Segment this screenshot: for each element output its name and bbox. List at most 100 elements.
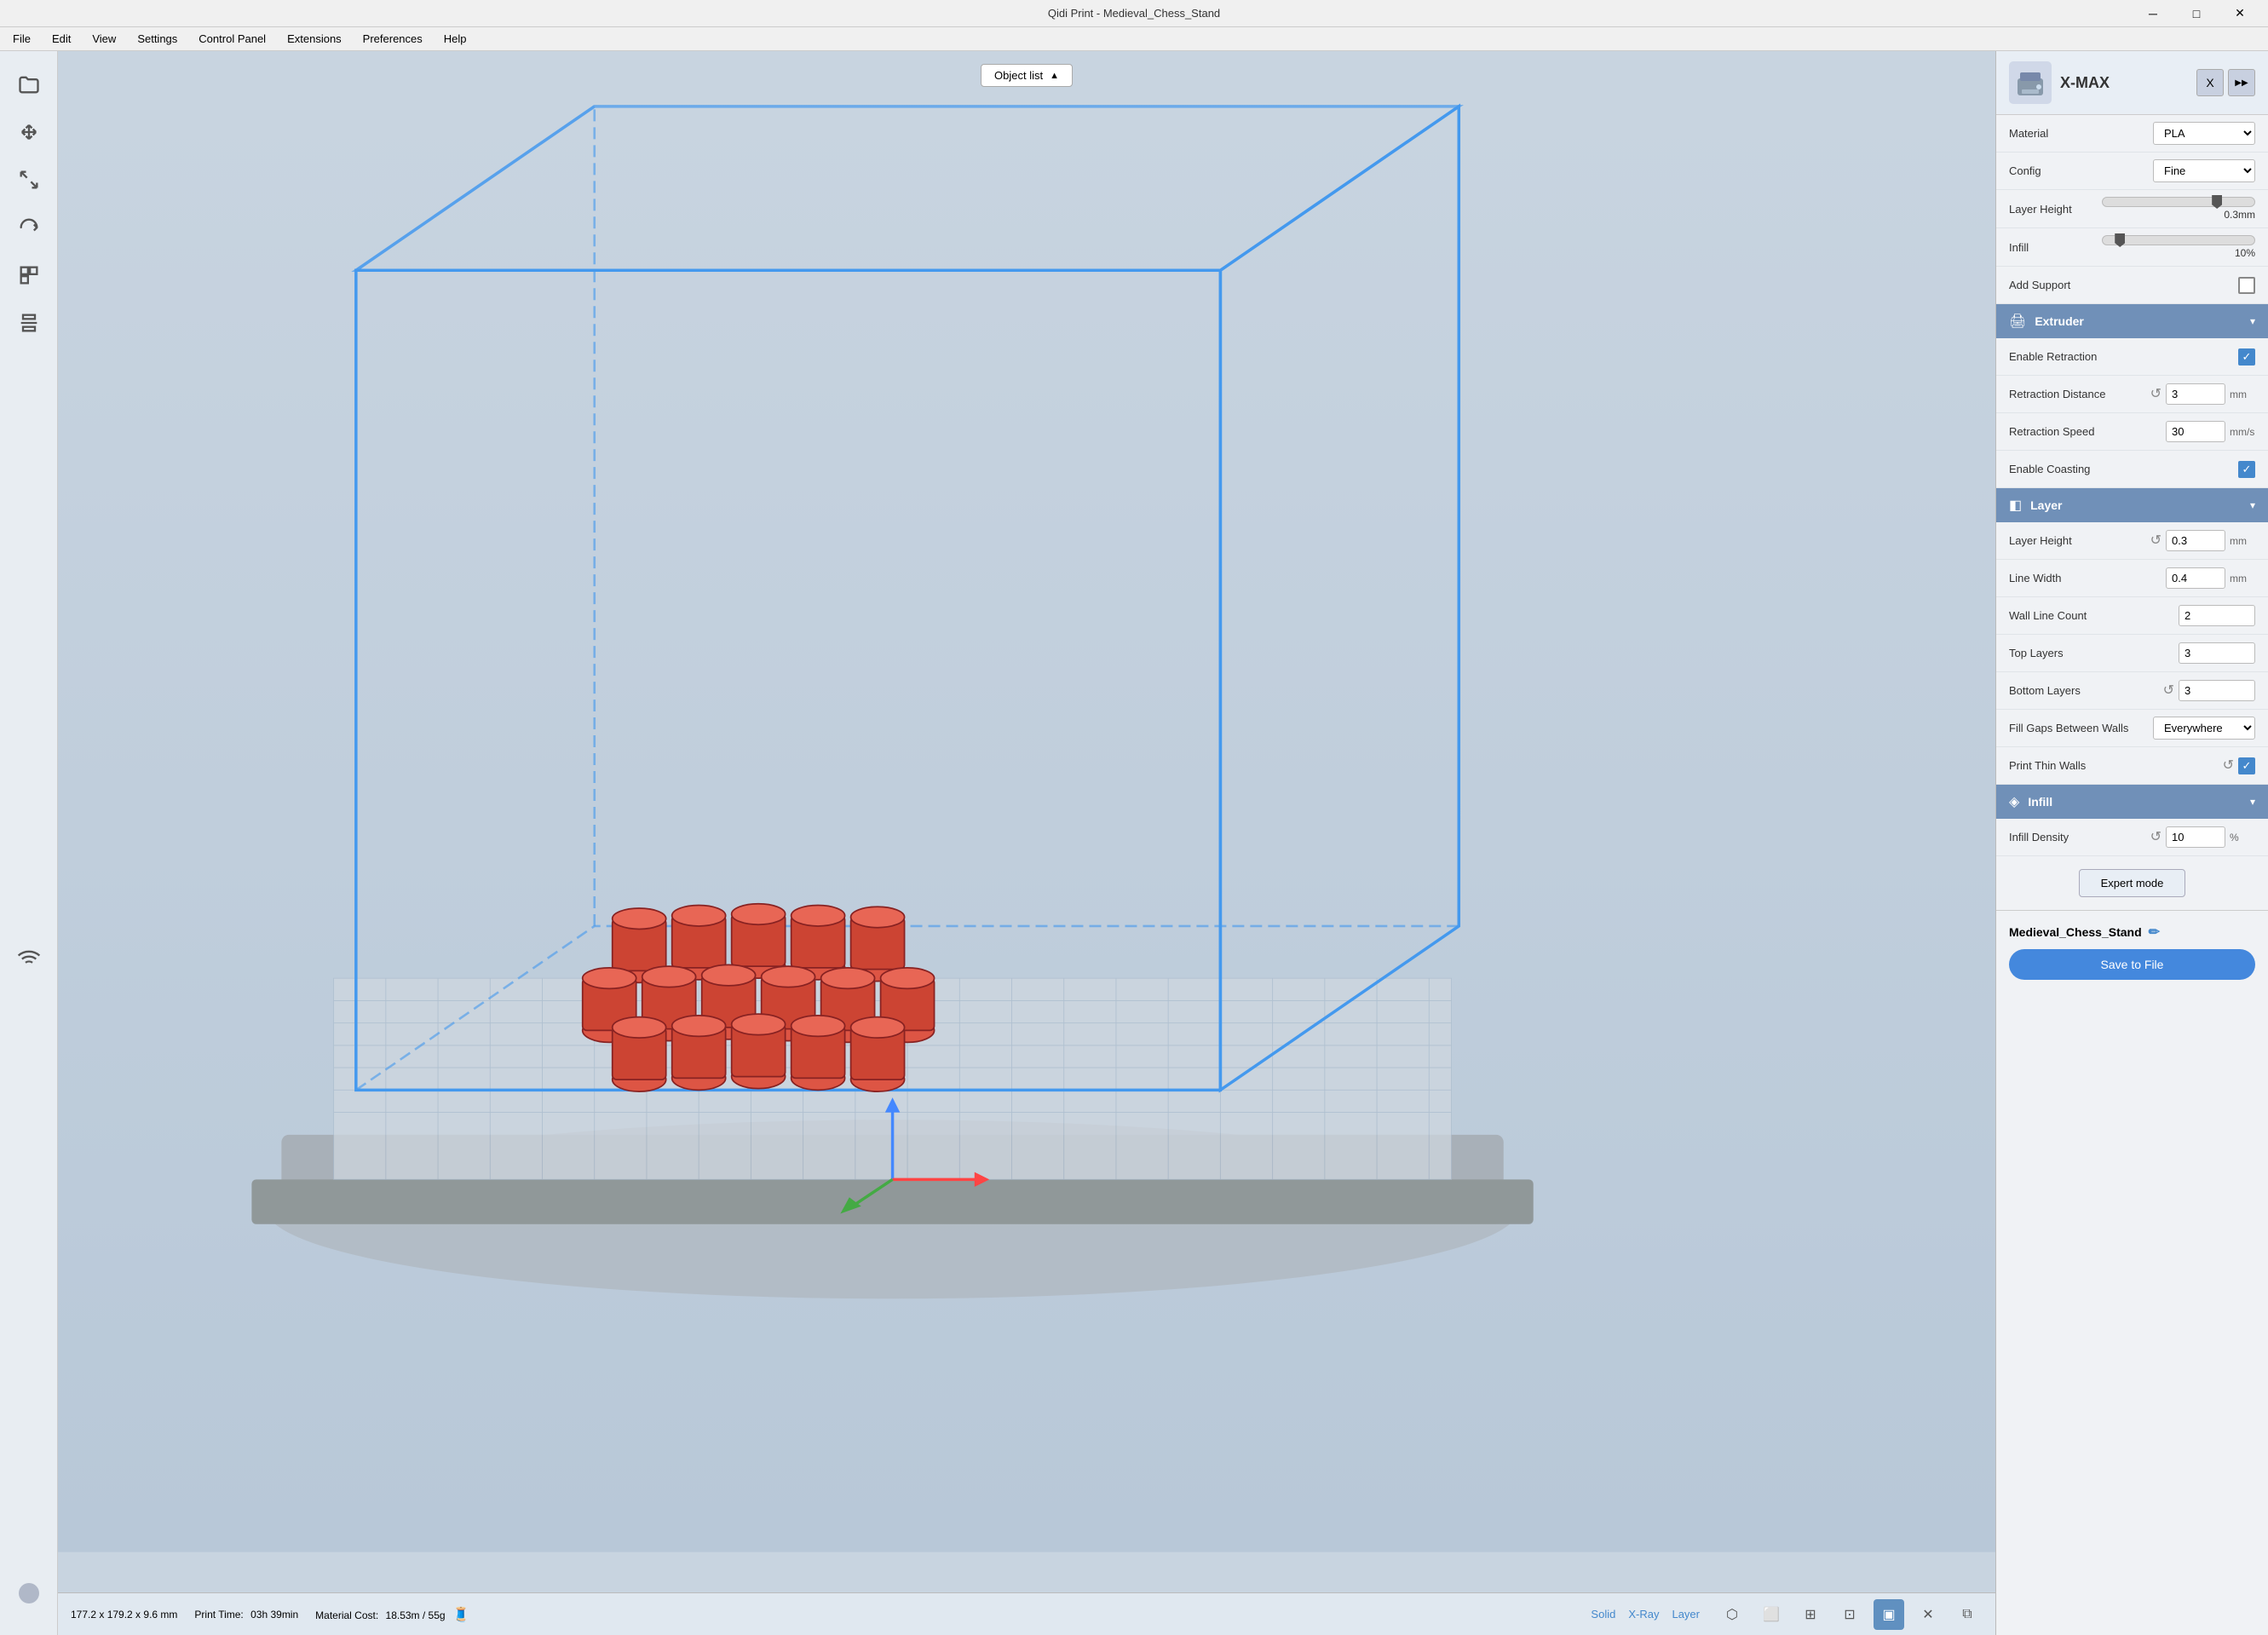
folder-button[interactable] — [9, 64, 49, 105]
expert-mode-button[interactable]: Expert mode — [2079, 869, 2186, 897]
view-btn-6[interactable]: ✕ — [1913, 1599, 1943, 1630]
retraction-distance-reset[interactable]: ↺ — [2150, 388, 2162, 401]
window-controls: ─ □ ✕ — [2133, 0, 2259, 27]
material-select[interactable]: PLA — [2153, 122, 2255, 145]
view-btn-1[interactable]: ⬡ — [1717, 1599, 1747, 1630]
scale-button[interactable] — [9, 159, 49, 200]
minimize-button[interactable]: ─ — [2133, 0, 2173, 27]
view-modes: Solid X-Ray Layer — [1591, 1608, 1700, 1621]
retraction-speed-control: mm/s — [2166, 421, 2255, 442]
retraction-distance-row: Retraction Distance ↺ mm — [1996, 376, 2268, 413]
printer-header: X-MAX X ▶▶ — [1996, 51, 2268, 115]
menu-settings[interactable]: Settings — [129, 30, 186, 48]
menu-control-panel[interactable]: Control Panel — [190, 30, 274, 48]
menu-view[interactable]: View — [83, 30, 124, 48]
add-support-checkbox[interactable] — [2238, 277, 2255, 294]
layer-height-track[interactable] — [2102, 197, 2255, 207]
enable-coasting-checkbox[interactable] — [2238, 461, 2255, 478]
config-label: Config — [2009, 164, 2146, 177]
retraction-distance-input[interactable] — [2166, 383, 2225, 405]
print-time-label: Print Time: 03h 39min — [194, 1609, 298, 1621]
view-btn-5-active[interactable]: ▣ — [1874, 1599, 1904, 1630]
printer-icon — [2009, 61, 2052, 104]
viewport[interactable]: Object list ▲ — [58, 51, 1995, 1635]
extruder-section-title: Extruder — [2035, 314, 2242, 328]
print-thin-walls-checkbox[interactable] — [2238, 757, 2255, 774]
view-btn-2[interactable]: ⬜ — [1756, 1599, 1787, 1630]
enable-retraction-row: Enable Retraction — [1996, 338, 2268, 376]
close-button[interactable]: ✕ — [2220, 0, 2259, 27]
move-button[interactable] — [9, 112, 49, 153]
main-layout: Object list ▲ — [0, 51, 2268, 1635]
dimensions-text: 177.2 x 179.2 x 9.6 mm — [71, 1609, 177, 1621]
3d-scene[interactable] — [58, 51, 1995, 1592]
line-width-row: Line Width mm — [1996, 560, 2268, 597]
menu-help[interactable]: Help — [435, 30, 475, 48]
layer-height-slider-row: Layer Height 0.3mm — [1996, 190, 2268, 228]
infill-slider-container: 10% — [2102, 235, 2255, 259]
enable-retraction-checkbox[interactable] — [2238, 348, 2255, 366]
layer-chevron: ▾ — [2250, 499, 2255, 511]
top-layers-input[interactable] — [2179, 642, 2255, 664]
save-to-file-button[interactable]: Save to File — [2009, 949, 2255, 980]
wall-line-count-row: Wall Line Count — [1996, 597, 2268, 635]
wifi-button[interactable] — [9, 938, 49, 979]
infill-track[interactable] — [2102, 235, 2255, 245]
top-layers-label: Top Layers — [2009, 647, 2172, 659]
print-thin-walls-reset[interactable]: ↺ — [2223, 759, 2234, 773]
infill-thumb[interactable] — [2115, 233, 2125, 247]
config-select[interactable]: Fine — [2153, 159, 2255, 182]
infill-settings: Infill Density ↺ % — [1996, 819, 2268, 856]
layer-height-row: Layer Height ↺ mm — [1996, 522, 2268, 560]
wall-line-count-control — [2179, 605, 2255, 626]
infill-section-header[interactable]: ◈ Infill ▾ — [1996, 785, 2268, 819]
infill-icon: ◈ — [2009, 793, 2019, 810]
menu-edit[interactable]: Edit — [43, 30, 79, 48]
bottom-layers-reset[interactable]: ↺ — [2163, 684, 2174, 698]
enable-coasting-row: Enable Coasting — [1996, 451, 2268, 488]
line-width-unit: mm — [2230, 573, 2255, 584]
printer-x-button[interactable]: X — [2196, 69, 2224, 96]
retraction-speed-input[interactable] — [2166, 421, 2225, 442]
bottom-layers-row: Bottom Layers ↺ — [1996, 672, 2268, 710]
edit-filename-icon[interactable]: ✏ — [2149, 924, 2160, 941]
infill-density-unit: % — [2230, 832, 2255, 843]
layer-height-unit: mm — [2230, 535, 2255, 547]
layer-height-input[interactable] — [2166, 530, 2225, 551]
extruder-chevron: ▾ — [2250, 315, 2255, 327]
fill-gaps-label: Fill Gaps Between Walls — [2009, 722, 2146, 734]
layer-height-reset[interactable]: ↺ — [2150, 534, 2162, 548]
infill-density-input[interactable] — [2166, 826, 2225, 848]
solid-view-button[interactable]: Solid — [1591, 1608, 1615, 1621]
line-width-input[interactable] — [2166, 567, 2225, 589]
extruder-section-header[interactable]: 🖨 Extruder ▾ — [1996, 304, 2268, 338]
material-row: Material PLA — [1996, 115, 2268, 153]
infill-chevron: ▾ — [2250, 796, 2255, 808]
infill-density-reset[interactable]: ↺ — [2150, 831, 2162, 844]
layer-view-button[interactable]: Layer — [1672, 1608, 1700, 1621]
wall-line-count-input[interactable] — [2179, 605, 2255, 626]
fill-gaps-select[interactable]: Everywhere — [2153, 717, 2255, 740]
layer-height-slider-container: 0.3mm — [2102, 197, 2255, 221]
bottom-layers-input[interactable] — [2179, 680, 2255, 701]
app-title: Qidi Print - Medieval_Chess_Stand — [1048, 7, 1220, 20]
layer-section-header[interactable]: ◧ Layer ▾ — [1996, 488, 2268, 522]
printer-arrow-button[interactable]: ▶▶ — [2228, 69, 2255, 96]
rotate-button[interactable] — [9, 207, 49, 248]
maximize-button[interactable]: □ — [2177, 0, 2216, 27]
right-panel: X-MAX X ▶▶ Material PLA Config Fi — [1995, 51, 2268, 1635]
menu-file[interactable]: File — [4, 30, 39, 48]
slice-button[interactable] — [9, 255, 49, 296]
view-btn-3[interactable]: ⊞ — [1795, 1599, 1826, 1630]
menu-preferences[interactable]: Preferences — [354, 30, 431, 48]
layer-height-slider-label: Layer Height — [2009, 203, 2095, 216]
view-btn-7[interactable]: ⧉ — [1952, 1599, 1983, 1630]
arrange-button[interactable] — [9, 302, 49, 343]
layer-height-label: Layer Height — [2009, 534, 2144, 547]
layer-height-thumb[interactable] — [2212, 195, 2222, 209]
xray-view-button[interactable]: X-Ray — [1628, 1608, 1659, 1621]
basic-settings: Material PLA Config Fine Layer Height — [1996, 115, 2268, 304]
retraction-distance-label: Retraction Distance — [2009, 388, 2144, 400]
view-btn-4[interactable]: ⊡ — [1834, 1599, 1865, 1630]
menu-extensions[interactable]: Extensions — [279, 30, 350, 48]
